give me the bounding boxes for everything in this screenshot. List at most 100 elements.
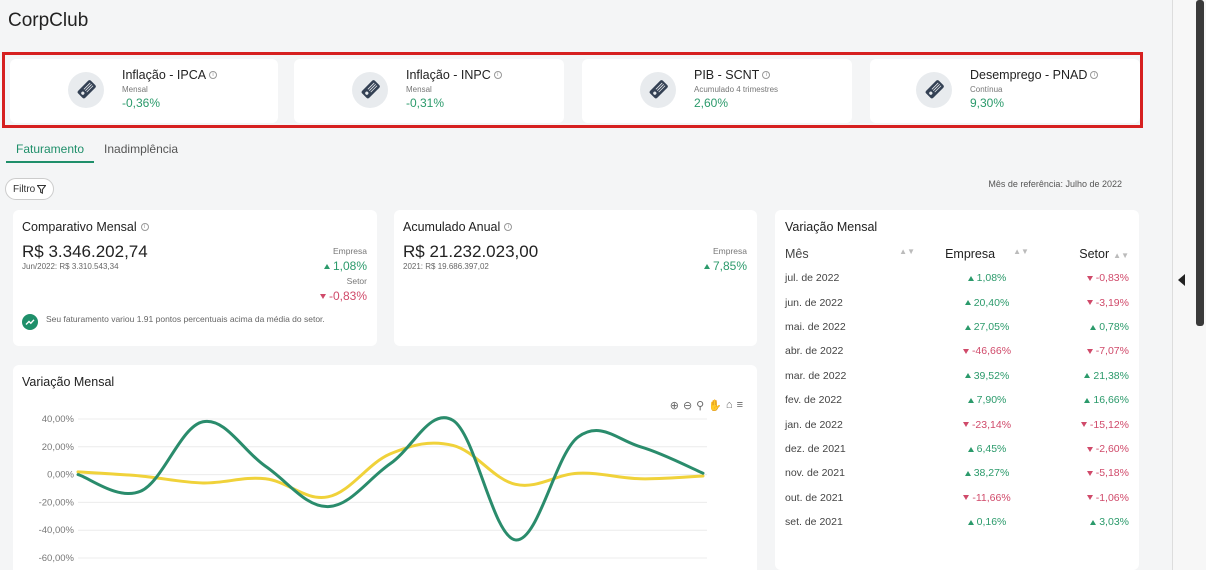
empresa-variation: 1,08% xyxy=(323,259,367,273)
month-cell: abr. de 2022 xyxy=(785,345,844,358)
arrow-down-icon xyxy=(963,495,970,501)
scrollbar-thumb[interactable] xyxy=(1196,0,1204,326)
kpi-subtitle: Mensal xyxy=(122,85,148,94)
arrow-down-icon xyxy=(1086,300,1093,306)
arrow-up-icon xyxy=(967,397,974,403)
month-cell: dez. de 2021 xyxy=(785,442,846,455)
arrow-up-icon xyxy=(1084,373,1091,379)
kpi-subtitle: Mensal xyxy=(406,85,432,94)
info-icon[interactable]: i xyxy=(762,71,771,79)
table-row: jan. de 2022 -23,14% -15,12% xyxy=(785,412,1129,436)
table-row: nov. de 2021 38,27% -5,18% xyxy=(785,461,1129,485)
setor-cell: 21,38% xyxy=(1049,370,1129,382)
column-header-setor[interactable]: Setor ▲▼ xyxy=(1049,247,1129,261)
tab-faturamento[interactable]: Faturamento xyxy=(6,139,95,163)
kpi-subtitle: Contínua xyxy=(970,85,1003,94)
empresa-cell: 39,52% xyxy=(925,370,1049,382)
card-title: Acumulado Anual xyxy=(403,220,501,234)
kpi-card-ipca[interactable]: Inflação - IPCA i Mensal -0,36% xyxy=(10,59,278,123)
variacao-mensal-chart-card: Variação Mensal ⊕ ⊖ ⚲ ✋ ⌂ ≡ 40,00% 20,00%… xyxy=(13,365,757,570)
arrow-down-icon xyxy=(1080,422,1087,428)
setor-cell: -2,60% xyxy=(1049,443,1129,455)
sort-icon[interactable]: ▲▼ xyxy=(899,247,915,261)
arrow-up-icon xyxy=(323,264,330,270)
y-tick-label: -40,00% xyxy=(39,525,75,536)
table-row: abr. de 2022 -46,66% -7,07% xyxy=(785,339,1129,363)
arrow-down-icon xyxy=(962,349,969,355)
info-icon[interactable]: i xyxy=(140,223,149,231)
table-row: set. de 2021 0,16% 3,03% xyxy=(785,510,1129,534)
empresa-cell: 38,27% xyxy=(925,467,1049,479)
kpi-card-pib[interactable]: PIB - SCNT i Acumulado 4 trimestres 2,60% xyxy=(582,59,852,123)
acumulado-anual-card: Acumulado Anual i R$ 21.232.023,00 2021:… xyxy=(394,210,757,346)
info-icon[interactable]: i xyxy=(209,71,218,79)
empresa-cell: -23,14% xyxy=(925,419,1049,431)
tag-icon xyxy=(640,72,676,108)
kpi-card-inpc[interactable]: Inflação - INPC i Mensal -0,31% xyxy=(294,59,564,123)
arrow-up-icon xyxy=(1084,397,1091,403)
month-cell: nov. de 2021 xyxy=(785,467,845,480)
filter-label: Filtro xyxy=(13,183,36,195)
setor-cell: -3,19% xyxy=(1049,297,1129,309)
tab-bar: Faturamento Inadimplência xyxy=(6,139,188,163)
setor-cell: 3,03% xyxy=(1049,516,1129,528)
reference-month: Mês de referência: Julho de 2022 xyxy=(988,179,1122,189)
y-tick-label: -20,00% xyxy=(39,497,75,508)
month-cell: jul. de 2022 xyxy=(785,272,840,285)
arrow-down-icon xyxy=(319,294,326,300)
series-line[interactable] xyxy=(76,441,705,499)
previous-year-value: 2021: R$ 19.686.397,02 xyxy=(403,262,489,271)
empresa-cell: 1,08% xyxy=(925,272,1049,284)
setor-cell: -7,07% xyxy=(1049,345,1129,357)
arrow-up-icon xyxy=(964,324,971,330)
sort-icon[interactable]: ▲▼ xyxy=(1113,251,1129,260)
column-header-empresa[interactable]: Empresa ▲▼ xyxy=(925,247,1049,261)
arrow-up-icon xyxy=(967,275,974,281)
table-header: Mês ▲▼ Empresa ▲▼ Setor ▲▼ xyxy=(785,242,1129,266)
empresa-cell: -11,66% xyxy=(925,492,1049,504)
kpi-card-pnad[interactable]: Desemprego - PNAD i Contínua 9,30% xyxy=(870,59,1140,123)
tag-icon xyxy=(352,72,388,108)
info-icon[interactable]: i xyxy=(504,223,513,231)
y-tick-label: 20,00% xyxy=(42,442,75,453)
card-title: Variação Mensal xyxy=(785,220,878,234)
arrow-down-icon xyxy=(1086,495,1093,501)
filter-button[interactable]: Filtro xyxy=(5,178,55,200)
setor-cell: -15,12% xyxy=(1049,419,1129,431)
y-tick-label: 40,00% xyxy=(42,414,75,425)
empresa-label: Empresa xyxy=(712,246,747,256)
sort-icon[interactable]: ▲▼ xyxy=(1013,247,1029,261)
y-tick-label: 0,00% xyxy=(47,470,74,481)
month-cell: set. de 2021 xyxy=(785,516,843,529)
trend-up-icon xyxy=(22,314,38,330)
previous-month-value: Jun/2022: R$ 3.310.543,34 xyxy=(22,262,119,271)
side-panel xyxy=(1172,0,1206,570)
month-cell: jun. de 2022 xyxy=(785,296,843,309)
month-cell: out. de 2021 xyxy=(785,491,844,504)
kpi-value: 2,60% xyxy=(694,96,729,110)
info-icon[interactable]: i xyxy=(493,71,502,79)
month-cell: fev. de 2022 xyxy=(785,394,843,407)
kpi-strip: Inflação - IPCA i Mensal -0,36% Inflação … xyxy=(2,52,1143,128)
info-icon[interactable]: i xyxy=(1090,71,1099,79)
tab-inadimplencia[interactable]: Inadimplência xyxy=(94,139,188,163)
empresa-cell: -46,66% xyxy=(925,345,1049,357)
empresa-cell: 0,16% xyxy=(925,516,1049,528)
arrow-up-icon xyxy=(703,264,710,270)
month-cell: jan. de 2022 xyxy=(785,418,843,431)
month-cell: mai. de 2022 xyxy=(785,320,846,333)
variation-table: Mês ▲▼ Empresa ▲▼ Setor ▲▼ jul. de 2022 1,08… xyxy=(785,242,1129,534)
empresa-variation: 7,85% xyxy=(703,259,747,273)
tag-icon xyxy=(68,72,104,108)
table-row: jul. de 2022 1,08% -0,83% xyxy=(785,266,1129,290)
empresa-cell: 6,45% xyxy=(925,443,1049,455)
variacao-mensal-table-card: Variação Mensal Mês ▲▼ Empresa ▲▼ Setor ▲▼ … xyxy=(775,210,1139,570)
tag-icon xyxy=(916,72,952,108)
arrow-down-icon xyxy=(1086,471,1093,477)
setor-cell: 16,66% xyxy=(1049,394,1129,406)
collapse-arrow-icon[interactable] xyxy=(1178,274,1185,286)
column-header-mes[interactable]: Mês ▲▼ xyxy=(785,247,925,261)
arrow-up-icon xyxy=(1090,519,1097,525)
kpi-value: -0,36% xyxy=(122,96,161,110)
setor-variation: -0,83% xyxy=(319,289,367,303)
